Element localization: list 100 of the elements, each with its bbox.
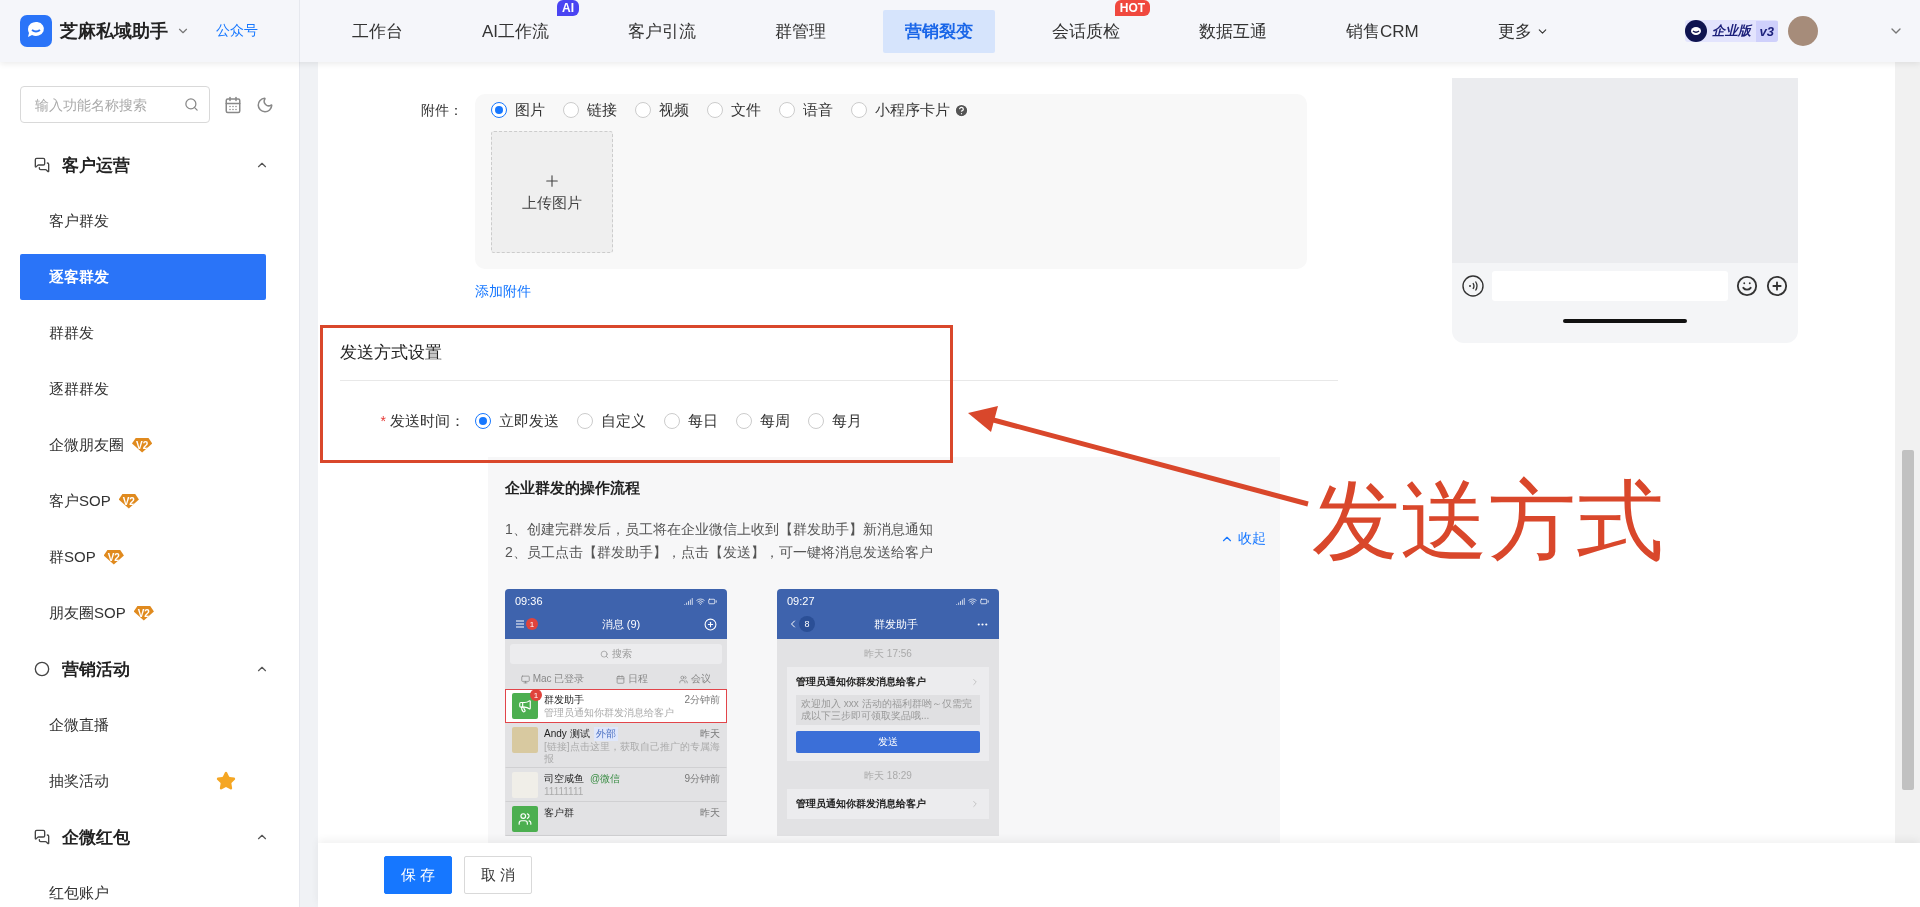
plus-icon	[1766, 275, 1788, 297]
chat-avatar	[512, 727, 538, 753]
field-label: 附件：	[420, 101, 464, 120]
radio-option[interactable]: 每周	[736, 410, 790, 432]
nav-tab[interactable]: 更多	[1475, 9, 1571, 53]
sidebar-item[interactable]: 逐群群发	[20, 361, 266, 417]
radio-option[interactable]: 每月	[808, 410, 862, 432]
chat-time: 2分钟前	[684, 693, 720, 707]
annotation-text: 发送方式	[1312, 470, 1664, 572]
smile-icon	[1736, 275, 1758, 297]
monitor-icon	[520, 674, 530, 684]
sidebar-item[interactable]: 逐客群发	[20, 254, 266, 300]
nav-tab[interactable]: 工作台	[330, 9, 425, 53]
sidebar-item[interactable]: 群群发	[20, 305, 266, 361]
group-icon	[34, 661, 50, 677]
search-box[interactable]: 输入功能名称搜索	[20, 86, 210, 123]
nav-badge: AI	[557, 0, 580, 16]
chevron-right-icon	[970, 799, 980, 809]
edition-version: v3	[1755, 20, 1778, 42]
radio-option[interactable]: 链接	[563, 99, 617, 121]
help-icon[interactable]	[954, 102, 969, 118]
phone-search: 搜索	[510, 644, 722, 664]
people-icon	[518, 812, 532, 826]
menu-group-title[interactable]: 企微红包	[62, 825, 243, 849]
nav-badge: HOT	[1114, 0, 1151, 16]
sidebar-item[interactable]: 企微朋友圈 V2	[20, 417, 266, 473]
edition-logo-icon	[1684, 20, 1707, 42]
add-attachment-link[interactable]: 添加附件	[475, 283, 531, 301]
version-tag: V2	[132, 437, 153, 453]
quick-entry: Mac 已登录	[532, 672, 585, 686]
message-text: 欢迎加入 xxx 活动的福利群哟～仅需完成以下三步即可领取奖品哦...	[796, 695, 980, 725]
sidebar-item[interactable]: 客户群发	[20, 193, 266, 249]
phone-time: 09:36	[515, 595, 543, 607]
menu-group-title[interactable]: 营销活动	[62, 657, 243, 681]
search-icon	[600, 649, 609, 659]
megaphone-icon	[518, 699, 532, 713]
nav-tab[interactable]: 数据互通	[1177, 9, 1290, 53]
radio-option[interactable]: 语音	[779, 99, 833, 121]
status-icons	[684, 596, 717, 606]
radio-option[interactable]: 小程序卡片	[851, 99, 950, 121]
phone-title: 群发助手	[873, 616, 918, 632]
radio-option[interactable]: 文件	[707, 99, 761, 121]
nav-tab[interactable]: 销售CRM	[1324, 9, 1441, 53]
avatar[interactable]	[1788, 16, 1818, 46]
menu-group-title[interactable]: 客户运营	[62, 153, 243, 177]
chat-name: Andy 测试	[544, 727, 590, 741]
menu-icon	[515, 619, 525, 629]
chat-time: 9分钟前	[684, 772, 720, 786]
chat-preview: 11111111	[544, 786, 585, 798]
nav-tab[interactable]: 客户引流	[606, 9, 719, 53]
save-button[interactable]: 保 存	[384, 856, 453, 894]
chat-name: 客户群	[544, 806, 574, 820]
section-title: 发送方式设置	[340, 342, 443, 364]
message-title: 管理员通知你群发消息给客户	[796, 675, 926, 689]
app-name: 芝麻私域助手	[60, 20, 168, 43]
group-icon	[34, 157, 50, 173]
radio-option[interactable]: 图片	[491, 99, 545, 121]
collapse-link[interactable]: 收起	[1220, 530, 1266, 548]
field-label: * 发送时间：	[379, 411, 466, 431]
guide-title: 企业群发的操作流程	[505, 479, 641, 498]
chat-name: 群发助手	[544, 693, 584, 707]
sidebar-item[interactable]: 红包账户	[20, 865, 266, 907]
version-tag: V2	[103, 549, 124, 565]
add-icon	[704, 617, 717, 631]
message-title: 管理员通知你群发消息给客户	[796, 797, 926, 811]
sidebar-item[interactable]: 企微直播	[20, 697, 266, 753]
guide-step: 1、创建完群发后，员工将在企业微信上收到【群发助手】新消息通知	[505, 521, 1220, 539]
search-icon	[184, 97, 199, 112]
radio-option[interactable]: 视频	[635, 99, 689, 121]
account-link[interactable]: 公众号	[216, 22, 258, 40]
quick-entry: 日程	[627, 672, 648, 686]
unread-badge: 8	[799, 616, 815, 632]
chat-name: 司空咸鱼	[544, 772, 584, 786]
moon-icon[interactable]	[256, 95, 274, 114]
logo-icon	[20, 15, 52, 47]
upload-button[interactable]: 上传图片	[491, 131, 613, 253]
phone-title: 消息 (9)	[601, 616, 641, 632]
nav-tab[interactable]: 群管理	[753, 9, 849, 53]
chat-preview: 管理员通知你群发消息给客户	[544, 707, 675, 719]
sidebar-item[interactable]: 抽奖活动	[20, 753, 266, 809]
sidebar-item[interactable]: 客户SOP V2	[20, 473, 266, 529]
group-icon	[34, 829, 50, 845]
chevron-right-icon	[970, 677, 980, 687]
cancel-button[interactable]: 取 消	[464, 856, 533, 894]
radio-option[interactable]: 立即发送	[475, 410, 559, 432]
send-button[interactable]: 发送	[796, 731, 980, 753]
sidebar-item[interactable]: 群SOP V2	[20, 529, 266, 585]
sidebar-item[interactable]: 朋友圈SOP V2	[20, 585, 266, 641]
scrollbar[interactable]	[1895, 62, 1920, 843]
version-tag: V2	[133, 605, 154, 621]
phone-time: 09:27	[787, 595, 815, 607]
chat-time: 昨天	[700, 727, 720, 741]
edition-label: 企业版	[1710, 22, 1753, 40]
nav-tab[interactable]: 营销裂变	[883, 9, 996, 53]
unread-badge: 1	[526, 618, 538, 630]
radio-option[interactable]: 每日	[664, 410, 718, 432]
voice-icon	[1462, 275, 1484, 297]
chat-tag: 外部	[593, 727, 618, 741]
unread-badge: 1	[530, 689, 542, 701]
radio-option[interactable]: 自定义	[577, 410, 646, 432]
